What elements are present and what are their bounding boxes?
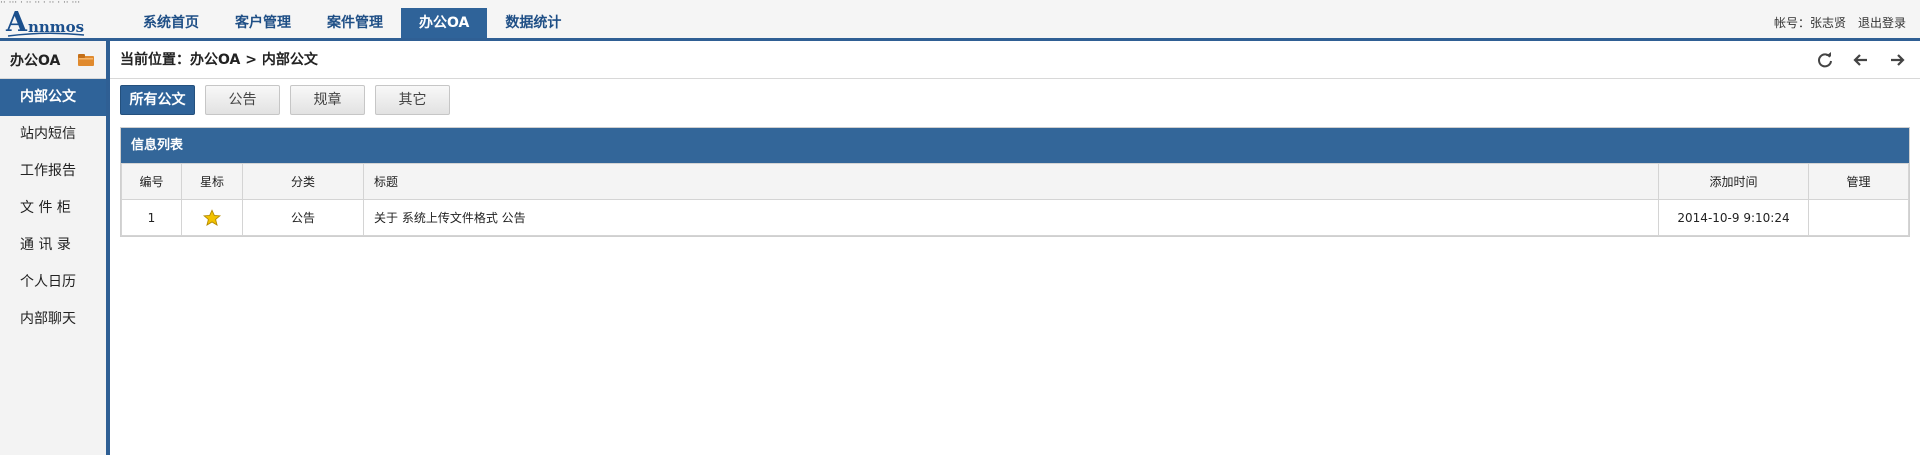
top-bar: ·· ··· · ·· ·· · ·· · ·· ··· A nnmos 系统首…: [0, 0, 1920, 41]
tab-regulations[interactable]: 规章: [290, 85, 365, 115]
sidebar-item-internal-documents[interactable]: 内部公文: [0, 79, 106, 116]
cell-id: 1: [121, 199, 182, 236]
sidebar-header: 办公OA: [0, 41, 106, 79]
column-header-category: 分类: [242, 163, 364, 200]
main-nav: 系统首页 客户管理 案件管理 办公OA 数据统计: [125, 8, 579, 38]
table-row[interactable]: 1 公告 关于 系统上传文件格式 公告 2014-10-9 9:10:24: [121, 199, 1909, 236]
nav-item-office-oa[interactable]: 办公OA: [401, 8, 488, 38]
tab-other[interactable]: 其它: [375, 85, 450, 115]
column-header-manage: 管理: [1808, 163, 1909, 200]
page-actions: [1816, 51, 1906, 69]
cell-title-link[interactable]: 关于 系统上传文件格式 公告: [363, 199, 1659, 236]
logo-swoosh-icon: [7, 32, 85, 37]
sidebar-item-address-book[interactable]: 通 讯 录: [0, 227, 106, 264]
main-content: 当前位置：办公OA > 内部公文 所有公文 公告 规章 其它 信息列表 编号 星…: [110, 41, 1920, 455]
sidebar: 办公OA 内部公文 站内短信 工作报告 文 件 柜 通 讯 录 个人日历 内部聊…: [0, 41, 110, 455]
table-header-row: 编号 星标 分类 标题 添加时间 管理: [121, 163, 1909, 200]
forward-arrow-icon[interactable]: [1888, 51, 1906, 69]
tab-all-documents[interactable]: 所有公文: [120, 85, 195, 115]
back-arrow-icon[interactable]: [1852, 51, 1870, 69]
column-header-added-time: 添加时间: [1658, 163, 1809, 200]
logout-link[interactable]: 退出登录: [1858, 14, 1906, 31]
info-list-panel: 信息列表 编号 星标 分类 标题 添加时间 管理 1 公告 关于 系统上传文件格…: [120, 127, 1910, 237]
sidebar-item-calendar[interactable]: 个人日历: [0, 264, 106, 301]
sidebar-item-work-reports[interactable]: 工作报告: [0, 153, 106, 190]
star-icon[interactable]: [203, 208, 221, 227]
logo: A nnmos: [6, 8, 85, 37]
column-header-title: 标题: [363, 163, 1659, 200]
cell-added-time: 2014-10-9 9:10:24: [1658, 199, 1809, 236]
cell-manage[interactable]: [1808, 199, 1909, 236]
breadcrumb: 当前位置：办公OA > 内部公文: [120, 52, 318, 68]
account-label: 帐号：张志贤: [1773, 16, 1846, 30]
column-header-id: 编号: [121, 163, 182, 200]
refresh-icon[interactable]: [1816, 51, 1834, 69]
cell-category: 公告: [242, 199, 364, 236]
tab-announcements[interactable]: 公告: [205, 85, 280, 115]
breadcrumb-bar: 当前位置：办公OA > 内部公文: [110, 41, 1920, 79]
sidebar-title: 办公OA: [10, 52, 61, 69]
panel-title: 信息列表: [121, 128, 1909, 163]
category-tabs: 所有公文 公告 规章 其它: [120, 85, 450, 115]
sidebar-item-messages[interactable]: 站内短信: [0, 116, 106, 153]
nav-item-customers[interactable]: 客户管理: [217, 8, 309, 38]
nav-item-cases[interactable]: 案件管理: [309, 8, 401, 38]
sidebar-item-chat[interactable]: 内部聊天: [0, 301, 106, 338]
nav-item-statistics[interactable]: 数据统计: [487, 8, 579, 38]
user-box: 帐号：张志贤 退出登录: [1774, 14, 1906, 31]
cell-star: [181, 199, 243, 236]
top-strip-text: ·· ··· · ·· ·· · ·· · ·· ···: [0, 0, 81, 8]
nav-item-home[interactable]: 系统首页: [125, 8, 217, 38]
folder-icon[interactable]: [78, 54, 94, 66]
column-header-star: 星标: [181, 163, 243, 200]
sidebar-item-file-cabinet[interactable]: 文 件 柜: [0, 190, 106, 227]
document-table: 编号 星标 分类 标题 添加时间 管理 1 公告 关于 系统上传文件格式 公告 …: [121, 163, 1909, 236]
